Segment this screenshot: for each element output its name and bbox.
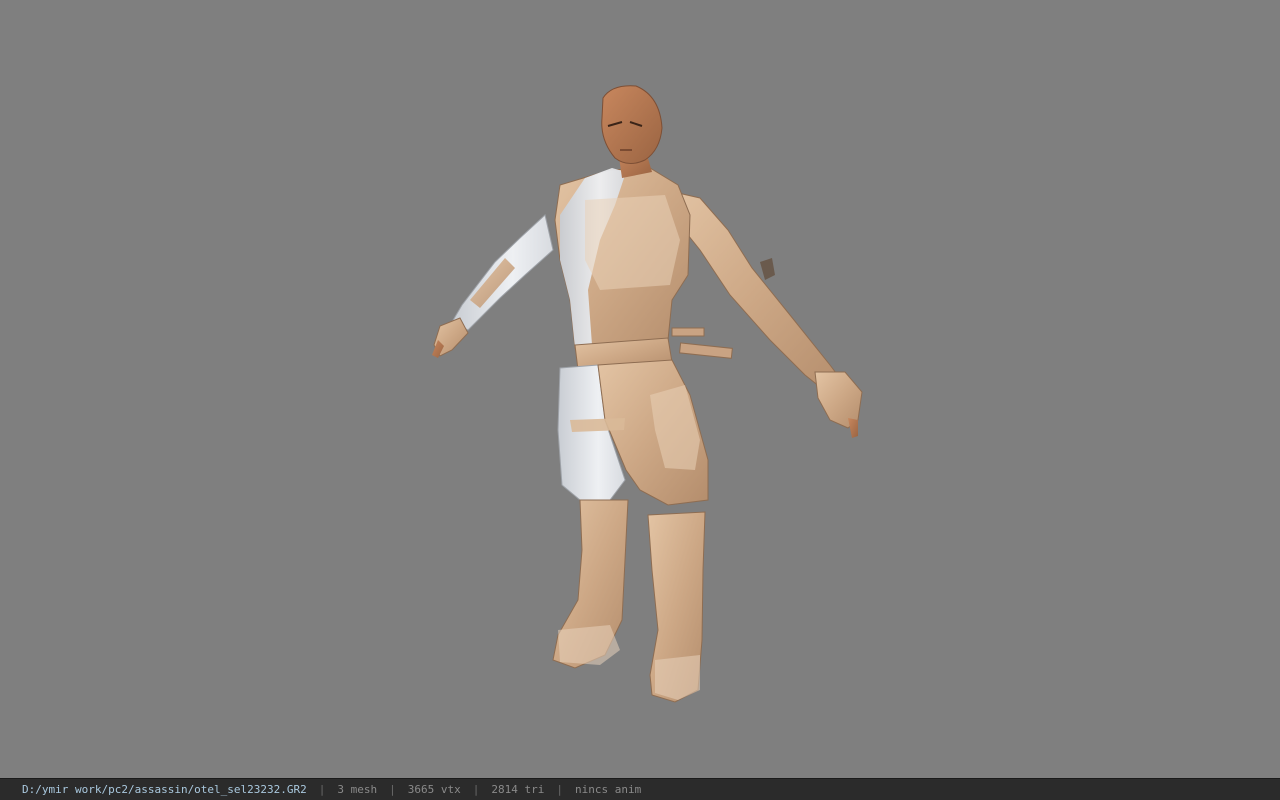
left-arm bbox=[432, 214, 554, 358]
3d-viewport[interactable] bbox=[0, 0, 1280, 778]
status-vertex-count: 3665 vtx bbox=[407, 783, 461, 796]
status-separator: | bbox=[389, 783, 396, 796]
status-separator: | bbox=[556, 783, 563, 796]
boots bbox=[552, 499, 706, 703]
sword-hilt bbox=[671, 327, 733, 359]
status-triangle-count: 2814 tri bbox=[491, 783, 545, 796]
status-separator: | bbox=[318, 783, 326, 796]
status-separator: | bbox=[472, 783, 480, 796]
head bbox=[601, 85, 663, 178]
status-animation: nincs anim bbox=[575, 783, 642, 796]
legs bbox=[557, 359, 709, 506]
torso bbox=[554, 167, 691, 351]
status-mesh-count: 3 mesh bbox=[337, 783, 378, 796]
right-arm bbox=[664, 189, 863, 438]
character-model[interactable] bbox=[0, 0, 1280, 778]
status-bar: D:/ymir work/pc2/assassin/otel_sel23232.… bbox=[0, 778, 1280, 800]
status-file-path: D:/ymir work/pc2/assassin/otel_sel23232.… bbox=[22, 783, 307, 796]
